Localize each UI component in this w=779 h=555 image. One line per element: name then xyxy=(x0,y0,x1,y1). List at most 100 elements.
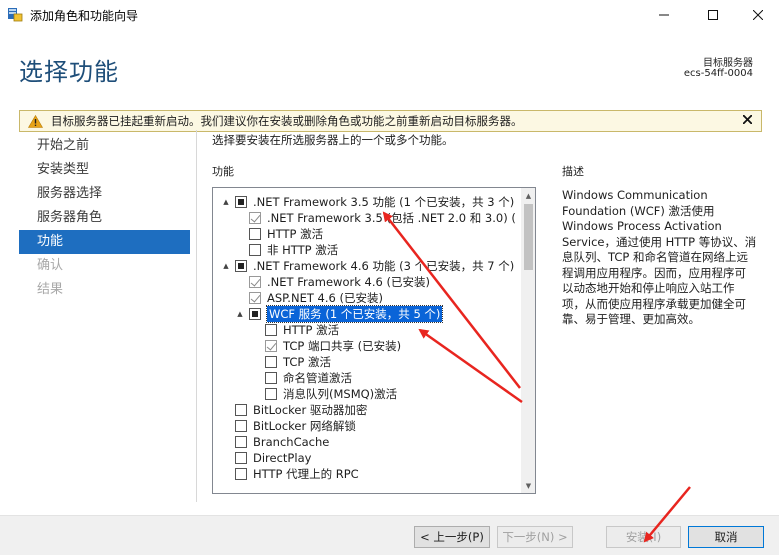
features-tree-list: ▲ .NET Framework 3.5 功能 (1 个已安装，共 3 个) .NE… xyxy=(213,188,521,493)
cancel-button[interactable]: 取消 xyxy=(688,526,764,548)
feature-label[interactable]: 消息队列(MSMQ)激活 xyxy=(283,386,397,402)
next-button: 下一步(N) > xyxy=(497,526,573,548)
tree-scrollbar[interactable]: ▲ ▼ xyxy=(521,188,535,493)
feature-label[interactable]: 非 HTTP 激活 xyxy=(267,242,338,258)
wizard-nav: 开始之前 安装类型 服务器选择 服务器角色 功能 确认 结果 xyxy=(19,134,190,302)
tree-row[interactable]: ASP.NET 4.6 (已安装) xyxy=(235,290,383,306)
feature-checkbox[interactable] xyxy=(235,260,247,272)
nav-item-confirmation: 确认 xyxy=(37,258,64,273)
feature-checkbox[interactable] xyxy=(249,244,261,256)
close-icon xyxy=(742,114,753,125)
feature-label[interactable]: BranchCache xyxy=(253,435,329,449)
feature-checkbox[interactable] xyxy=(249,292,261,304)
close-button[interactable] xyxy=(735,0,779,30)
feature-label[interactable]: ASP.NET 4.6 (已安装) xyxy=(267,290,383,306)
minimize-button[interactable] xyxy=(641,0,687,30)
feature-checkbox[interactable] xyxy=(265,388,277,400)
feature-label[interactable]: HTTP 激活 xyxy=(283,322,339,338)
feature-checkbox[interactable] xyxy=(249,308,261,320)
scroll-up-icon[interactable]: ▲ xyxy=(521,188,535,203)
maximize-button[interactable] xyxy=(690,0,736,30)
nav-item-server-selection[interactable]: 服务器选择 xyxy=(19,182,190,206)
tree-row[interactable]: TCP 端口共享 (已安装) xyxy=(251,338,401,354)
feature-label[interactable]: HTTP 激活 xyxy=(267,226,323,242)
scroll-down-icon[interactable]: ▼ xyxy=(521,478,535,493)
tree-row[interactable]: 非 HTTP 激活 xyxy=(235,242,338,258)
feature-checkbox[interactable] xyxy=(235,452,247,464)
expand-collapse-icon[interactable]: ▲ xyxy=(221,194,231,210)
feature-label[interactable]: DirectPlay xyxy=(253,451,311,465)
expand-collapse-icon[interactable]: ▲ xyxy=(221,258,231,274)
feature-checkbox[interactable] xyxy=(235,420,247,432)
feature-checkbox[interactable] xyxy=(235,404,247,416)
tree-row[interactable]: HTTP 激活 xyxy=(235,226,323,242)
feature-checkbox[interactable] xyxy=(265,372,277,384)
tree-row[interactable]: BitLocker 网络解锁 xyxy=(221,418,356,434)
tree-row[interactable]: ▲ .NET Framework 3.5 功能 (1 个已安装，共 3 个) xyxy=(221,194,514,210)
features-tree[interactable]: ▲ .NET Framework 3.5 功能 (1 个已安装，共 3 个) .NE… xyxy=(212,187,536,494)
feature-checkbox[interactable] xyxy=(249,228,261,240)
nav-item-results: 结果 xyxy=(37,282,64,297)
tree-row[interactable]: .NET Framework 3.5 (包括 .NET 2.0 和 3.0) ( xyxy=(235,210,516,226)
tree-row[interactable]: .NET Framework 4.6 (已安装) xyxy=(235,274,430,290)
feature-label[interactable]: .NET Framework 3.5 (包括 .NET 2.0 和 3.0) ( xyxy=(267,210,516,226)
tree-row[interactable]: HTTP 代理上的 RPC xyxy=(221,466,359,482)
tree-row[interactable]: BranchCache xyxy=(221,434,329,450)
nav-divider xyxy=(196,130,197,502)
feature-label[interactable]: BitLocker 驱动器加密 xyxy=(253,402,367,418)
nav-item-server-roles[interactable]: 服务器角色 xyxy=(19,206,190,230)
tree-row[interactable]: BitLocker 驱动器加密 xyxy=(221,402,367,418)
feature-label[interactable]: WCF 服务 (1 个已安装，共 5 个) xyxy=(265,305,444,323)
feature-label[interactable]: HTTP 代理上的 RPC xyxy=(253,466,359,482)
feature-checkbox[interactable] xyxy=(265,324,277,336)
tree-row[interactable]: 命名管道激活 xyxy=(251,370,352,386)
feature-checkbox[interactable] xyxy=(249,212,261,224)
nav-item-before-you-begin[interactable]: 开始之前 xyxy=(19,134,190,158)
close-icon xyxy=(753,10,763,20)
nav-item-features[interactable]: 功能 xyxy=(19,230,190,254)
server-manager-icon xyxy=(8,8,23,22)
nav-item-installation-type[interactable]: 安装类型 xyxy=(19,158,190,182)
feature-label[interactable]: TCP 激活 xyxy=(283,354,331,370)
feature-label[interactable]: 命名管道激活 xyxy=(283,370,352,386)
warning-close-button[interactable] xyxy=(742,113,753,128)
feature-checkbox[interactable] xyxy=(235,436,247,448)
feature-label[interactable]: BitLocker 网络解锁 xyxy=(253,418,356,434)
previous-button[interactable]: < 上一步(P) xyxy=(414,526,490,548)
feature-label[interactable]: TCP 端口共享 (已安装) xyxy=(283,338,401,354)
description-text: Windows Communication Foundation (WCF) 激… xyxy=(562,188,757,326)
tree-row[interactable]: 消息队列(MSMQ)激活 xyxy=(251,386,397,402)
feature-label[interactable]: .NET Framework 3.5 功能 (1 个已安装，共 3 个) xyxy=(253,194,514,210)
target-server-name: ecs-54ff-0004 xyxy=(683,68,753,79)
warning-bar: 目标服务器已挂起重新启动。我们建议你在安装或删除角色或功能之前重新启动目标服务器… xyxy=(19,110,762,132)
feature-checkbox[interactable] xyxy=(265,340,277,352)
feature-checkbox[interactable] xyxy=(235,468,247,480)
expand-collapse-icon[interactable]: ▲ xyxy=(235,306,245,322)
feature-label[interactable]: .NET Framework 4.6 (已安装) xyxy=(267,274,430,290)
tree-row[interactable]: TCP 激活 xyxy=(251,354,331,370)
page-title: 选择功能 xyxy=(19,58,119,86)
feature-label[interactable]: .NET Framework 4.6 功能 (3 个已安装，共 7 个) xyxy=(253,258,514,274)
tree-row[interactable]: DirectPlay xyxy=(221,450,311,466)
feature-checkbox[interactable] xyxy=(249,276,261,288)
title-bar: 添加角色和功能向导 xyxy=(0,0,779,30)
tree-row[interactable]: ▲ WCF 服务 (1 个已安装，共 5 个) xyxy=(235,305,444,323)
description-heading: 描述 xyxy=(562,165,584,178)
scroll-thumb[interactable] xyxy=(524,204,533,270)
tree-row[interactable]: HTTP 激活 xyxy=(251,322,339,338)
feature-checkbox[interactable] xyxy=(235,196,247,208)
minimize-icon xyxy=(659,14,669,16)
tree-row[interactable]: ▲ .NET Framework 4.6 功能 (3 个已安装，共 7 个) xyxy=(221,258,514,274)
feature-checkbox[interactable] xyxy=(265,356,277,368)
